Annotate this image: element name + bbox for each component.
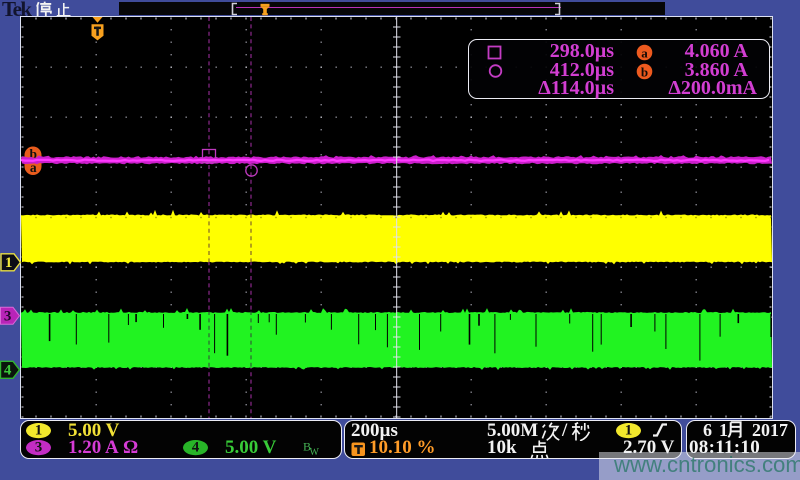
- svg-text:4: 4: [192, 440, 200, 456]
- svg-text:1: 1: [35, 422, 43, 438]
- svg-text:W: W: [310, 447, 320, 456]
- svg-text:4: 4: [4, 363, 12, 379]
- svg-text:3: 3: [35, 440, 43, 456]
- svg-text:3: 3: [4, 309, 12, 325]
- svg-text:1: 1: [5, 255, 13, 271]
